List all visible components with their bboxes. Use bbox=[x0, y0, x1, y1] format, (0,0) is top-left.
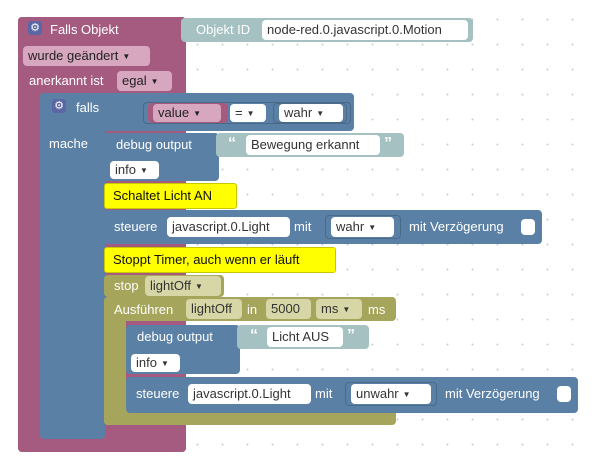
control-value-dropdown-2[interactable]: unwahr ▼ bbox=[351, 384, 431, 404]
timeout-unit-suffix: ms bbox=[368, 302, 386, 317]
stop-timer-dropdown[interactable]: lightOff ▼ bbox=[145, 276, 221, 296]
dropdown-arrow-icon: ▼ bbox=[160, 359, 169, 368]
level-dropdown-2[interactable]: info ▼ bbox=[131, 354, 180, 372]
stop-timer-label: lightOff bbox=[150, 278, 191, 293]
level-dropdown-label-2: info bbox=[136, 355, 157, 370]
stop-label: stop bbox=[114, 278, 139, 293]
change-dropdown-label: wurde geändert bbox=[28, 48, 119, 63]
trigger-label: Falls Objekt bbox=[50, 22, 119, 37]
object-id-field[interactable]: node-red.0.javascript.0.Motion bbox=[262, 20, 468, 40]
change-dropdown[interactable]: wurde geändert ▼ bbox=[23, 46, 150, 66]
delay-checkbox-2[interactable] bbox=[557, 386, 571, 402]
dropdown-arrow-icon: ▼ bbox=[193, 109, 201, 118]
control-delay-label-1: mit Verzögerung bbox=[409, 219, 504, 234]
quote-open-icon: “ bbox=[228, 135, 236, 152]
delay-checkbox-1[interactable] bbox=[521, 219, 535, 235]
timeout-delay-field[interactable]: 5000 bbox=[266, 299, 311, 319]
dropdown-arrow-icon: ▼ bbox=[342, 305, 351, 314]
value-dropdown-label: value bbox=[158, 105, 190, 120]
control-label-1: steuere bbox=[114, 219, 158, 234]
control-target-2[interactable]: javascript.0.Light bbox=[188, 384, 311, 404]
control-value-label-1: wahr bbox=[336, 219, 365, 234]
dropdown-arrow-icon: ▼ bbox=[402, 390, 411, 399]
text-field-2[interactable]: Licht AUS bbox=[267, 327, 343, 347]
level-dropdown-1[interactable]: info ▼ bbox=[110, 161, 159, 179]
comment-text-2: Stoppt Timer, auch wenn er läuft bbox=[113, 252, 300, 267]
control-value-label-2: unwahr bbox=[356, 386, 399, 401]
quote-close-icon: ” bbox=[384, 135, 392, 152]
operator-dropdown-label: = bbox=[235, 105, 243, 120]
dropdown-arrow-icon: ▼ bbox=[246, 109, 255, 118]
dropdown-arrow-icon: ▼ bbox=[316, 109, 325, 118]
timeout-unit-dropdown[interactable]: ms ▼ bbox=[316, 299, 362, 319]
gear-icon[interactable]: ⚙ bbox=[28, 21, 42, 35]
object-id-label: Objekt ID bbox=[196, 22, 251, 37]
comment-text-1: Schaltet Licht AN bbox=[113, 188, 212, 203]
dropdown-arrow-icon: ▼ bbox=[194, 282, 203, 291]
dropdown-arrow-icon: ▼ bbox=[139, 166, 148, 175]
dropdown-arrow-icon: ▼ bbox=[150, 77, 159, 86]
ack-dropdown-label: egal bbox=[122, 73, 147, 88]
ack-dropdown[interactable]: egal ▼ bbox=[117, 71, 172, 91]
if-mache-label: mache bbox=[49, 136, 89, 151]
control-mit-label-1: mit bbox=[294, 219, 312, 234]
control-mit-label-2: mit bbox=[315, 386, 333, 401]
quote-open-icon: “ bbox=[250, 327, 258, 344]
dropdown-arrow-icon: ▼ bbox=[368, 223, 377, 232]
debug-label-2: debug output bbox=[137, 329, 213, 344]
debug-label-1: debug output bbox=[116, 137, 192, 152]
control-value-dropdown-1[interactable]: wahr ▼ bbox=[331, 217, 394, 237]
ack-label: anerkannt ist bbox=[29, 73, 104, 88]
if-falls-label: falls bbox=[76, 100, 100, 115]
control-target-1[interactable]: javascript.0.Light bbox=[167, 217, 290, 237]
text-field-1[interactable]: Bewegung erkannt bbox=[246, 135, 380, 155]
timeout-name-field[interactable]: lightOff bbox=[186, 299, 242, 319]
quote-close-icon: ” bbox=[347, 327, 355, 344]
control-label-2: steuere bbox=[136, 386, 180, 401]
timeout-label: Ausführen bbox=[114, 302, 174, 317]
bool-dropdown-label: wahr bbox=[284, 105, 313, 120]
control-delay-label-2: mit Verzögerung bbox=[445, 386, 540, 401]
level-dropdown-label-1: info bbox=[115, 162, 136, 177]
dropdown-arrow-icon: ▼ bbox=[122, 52, 131, 61]
timeout-unit-label: ms bbox=[321, 301, 339, 316]
gear-icon[interactable]: ⚙ bbox=[52, 99, 66, 113]
value-dropdown[interactable]: value ▼ bbox=[153, 104, 221, 122]
operator-dropdown[interactable]: = ▼ bbox=[230, 104, 266, 122]
bool-dropdown[interactable]: wahr ▼ bbox=[279, 104, 343, 122]
timeout-in-label: in bbox=[247, 302, 258, 317]
